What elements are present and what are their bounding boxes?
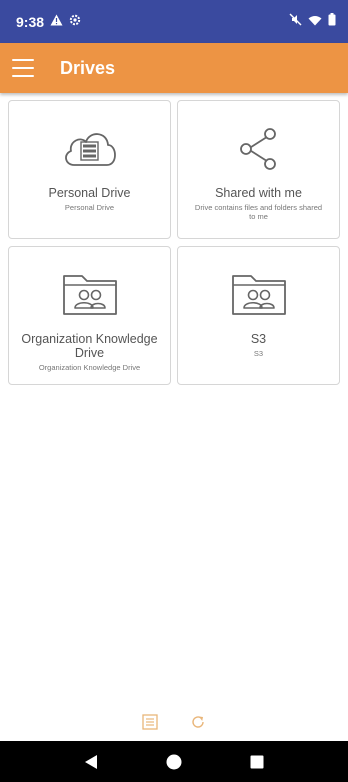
shared-folder-icon [231, 271, 287, 319]
system-nav-bar [0, 741, 348, 782]
home-icon[interactable] [162, 750, 186, 774]
wifi-icon [308, 13, 322, 31]
settings-gear-icon [69, 13, 81, 31]
shared-folder-icon [62, 271, 118, 319]
mute-icon [289, 13, 302, 31]
drives-grid: Personal Drive Personal Drive Shared wit… [8, 100, 340, 385]
drive-subtitle: S3 [253, 349, 264, 358]
drive-card-shared[interactable]: Shared with me Drive contains files and … [177, 100, 340, 239]
status-left: 9:38 [16, 13, 81, 31]
list-view-icon[interactable] [141, 713, 159, 731]
drive-subtitle: Organization Knowledge Drive [38, 363, 141, 372]
status-bar: 9:38 [0, 0, 348, 43]
app-bar: Drives [0, 43, 348, 93]
warning-icon [50, 13, 63, 31]
drive-subtitle: Personal Drive [64, 203, 115, 212]
page-title: Drives [60, 57, 116, 78]
status-time: 9:38 [16, 13, 45, 30]
battery-icon [328, 12, 336, 31]
drive-title: Shared with me [215, 186, 302, 200]
recents-icon[interactable] [245, 750, 269, 774]
status-right [289, 12, 336, 31]
drive-title: S3 [250, 332, 267, 346]
cloud-storage-icon [61, 125, 119, 173]
drive-card-s3[interactable]: S3 S3 [177, 246, 340, 385]
drive-title: Personal Drive [48, 186, 131, 200]
share-icon [237, 125, 281, 173]
drive-card-personal[interactable]: Personal Drive Personal Drive [8, 100, 171, 239]
drive-title: Organization Knowledge Drive [21, 332, 158, 360]
back-icon[interactable] [79, 750, 103, 774]
drive-card-organization[interactable]: Organization Knowledge Drive Organizatio… [8, 246, 171, 385]
drive-subtitle: Drive contains files and folders shared … [194, 203, 323, 221]
bottom-toolbar [0, 710, 348, 734]
refresh-icon[interactable] [189, 713, 207, 731]
hamburger-menu-icon[interactable] [12, 59, 34, 77]
